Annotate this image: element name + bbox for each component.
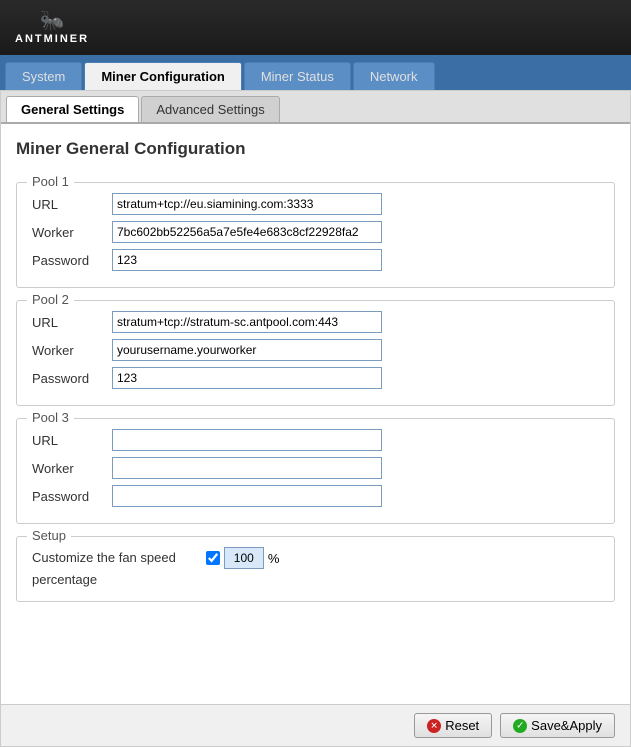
sub-tab-advanced-settings[interactable]: Advanced Settings — [141, 96, 279, 122]
footer-bar: Reset Save&Apply — [1, 704, 630, 746]
pool1-worker-input[interactable] — [112, 221, 382, 243]
pool1-password-row: Password — [32, 249, 599, 271]
pool2-worker-input[interactable] — [112, 339, 382, 361]
pool2-group: Pool 2 URL Worker Password — [16, 300, 615, 406]
logo-text: ANTMINER — [15, 33, 89, 45]
sub-tab-general-settings[interactable]: General Settings — [6, 96, 139, 122]
pool2-password-row: Password — [32, 367, 599, 389]
pool1-worker-row: Worker — [32, 221, 599, 243]
fan-percent-label: % — [268, 551, 280, 566]
pool2-password-input[interactable] — [112, 367, 382, 389]
pool3-worker-input[interactable] — [112, 457, 382, 479]
page-title: Miner General Configuration — [16, 139, 615, 167]
pool1-url-row: URL — [32, 193, 599, 215]
tab-network[interactable]: Network — [353, 62, 435, 90]
header: 🐜 ANTMINER — [0, 0, 631, 55]
pool2-worker-row: Worker — [32, 339, 599, 361]
save-apply-button[interactable]: Save&Apply — [500, 713, 615, 738]
fan-controls: % — [206, 547, 280, 569]
pool3-group: Pool 3 URL Worker Password — [16, 418, 615, 524]
pool3-password-label: Password — [32, 489, 112, 504]
save-icon — [513, 719, 527, 733]
fan-speed-row: Customize the fan speed percentage % — [32, 547, 599, 591]
pool2-url-input[interactable] — [112, 311, 382, 333]
pool3-worker-label: Worker — [32, 461, 112, 476]
logo: 🐜 ANTMINER — [15, 11, 89, 45]
tab-miner-status[interactable]: Miner Status — [244, 62, 351, 90]
pool3-url-label: URL — [32, 433, 112, 448]
pool3-password-row: Password — [32, 485, 599, 507]
pool1-group: Pool 1 URL Worker Password — [16, 182, 615, 288]
fan-label-line2: percentage — [32, 569, 176, 591]
sub-tab-bar: General Settings Advanced Settings — [1, 91, 630, 124]
pool1-legend: Pool 1 — [27, 174, 74, 189]
pool1-url-label: URL — [32, 197, 112, 212]
logo-icon: 🐜 — [40, 11, 65, 31]
save-label: Save&Apply — [531, 718, 602, 733]
pool3-password-input[interactable] — [112, 485, 382, 507]
tab-system[interactable]: System — [5, 62, 82, 90]
fan-speed-input[interactable] — [224, 547, 264, 569]
pool3-url-input[interactable] — [112, 429, 382, 451]
reset-button[interactable]: Reset — [414, 713, 492, 738]
pool3-legend: Pool 3 — [27, 410, 74, 425]
pool1-password-label: Password — [32, 253, 112, 268]
pool3-url-row: URL — [32, 429, 599, 451]
pool1-worker-label: Worker — [32, 225, 112, 240]
fan-label-wrap: Customize the fan speed percentage — [32, 547, 176, 591]
pool2-legend: Pool 2 — [27, 292, 74, 307]
main-tab-bar: System Miner Configuration Miner Status … — [0, 55, 631, 90]
pool3-worker-row: Worker — [32, 457, 599, 479]
pool2-password-label: Password — [32, 371, 112, 386]
setup-legend: Setup — [27, 528, 71, 543]
pool2-url-label: URL — [32, 315, 112, 330]
pool2-url-row: URL — [32, 311, 599, 333]
setup-group: Setup Customize the fan speed percentage… — [16, 536, 615, 602]
main-panel: Miner General Configuration Pool 1 URL W… — [1, 124, 630, 704]
content-area: General Settings Advanced Settings Miner… — [0, 90, 631, 747]
reset-icon — [427, 719, 441, 733]
pool2-worker-label: Worker — [32, 343, 112, 358]
reset-label: Reset — [445, 718, 479, 733]
pool1-password-input[interactable] — [112, 249, 382, 271]
pool1-url-input[interactable] — [112, 193, 382, 215]
fan-speed-checkbox[interactable] — [206, 551, 220, 565]
fan-label-line1: Customize the fan speed — [32, 547, 176, 569]
tab-miner-config[interactable]: Miner Configuration — [84, 62, 242, 90]
